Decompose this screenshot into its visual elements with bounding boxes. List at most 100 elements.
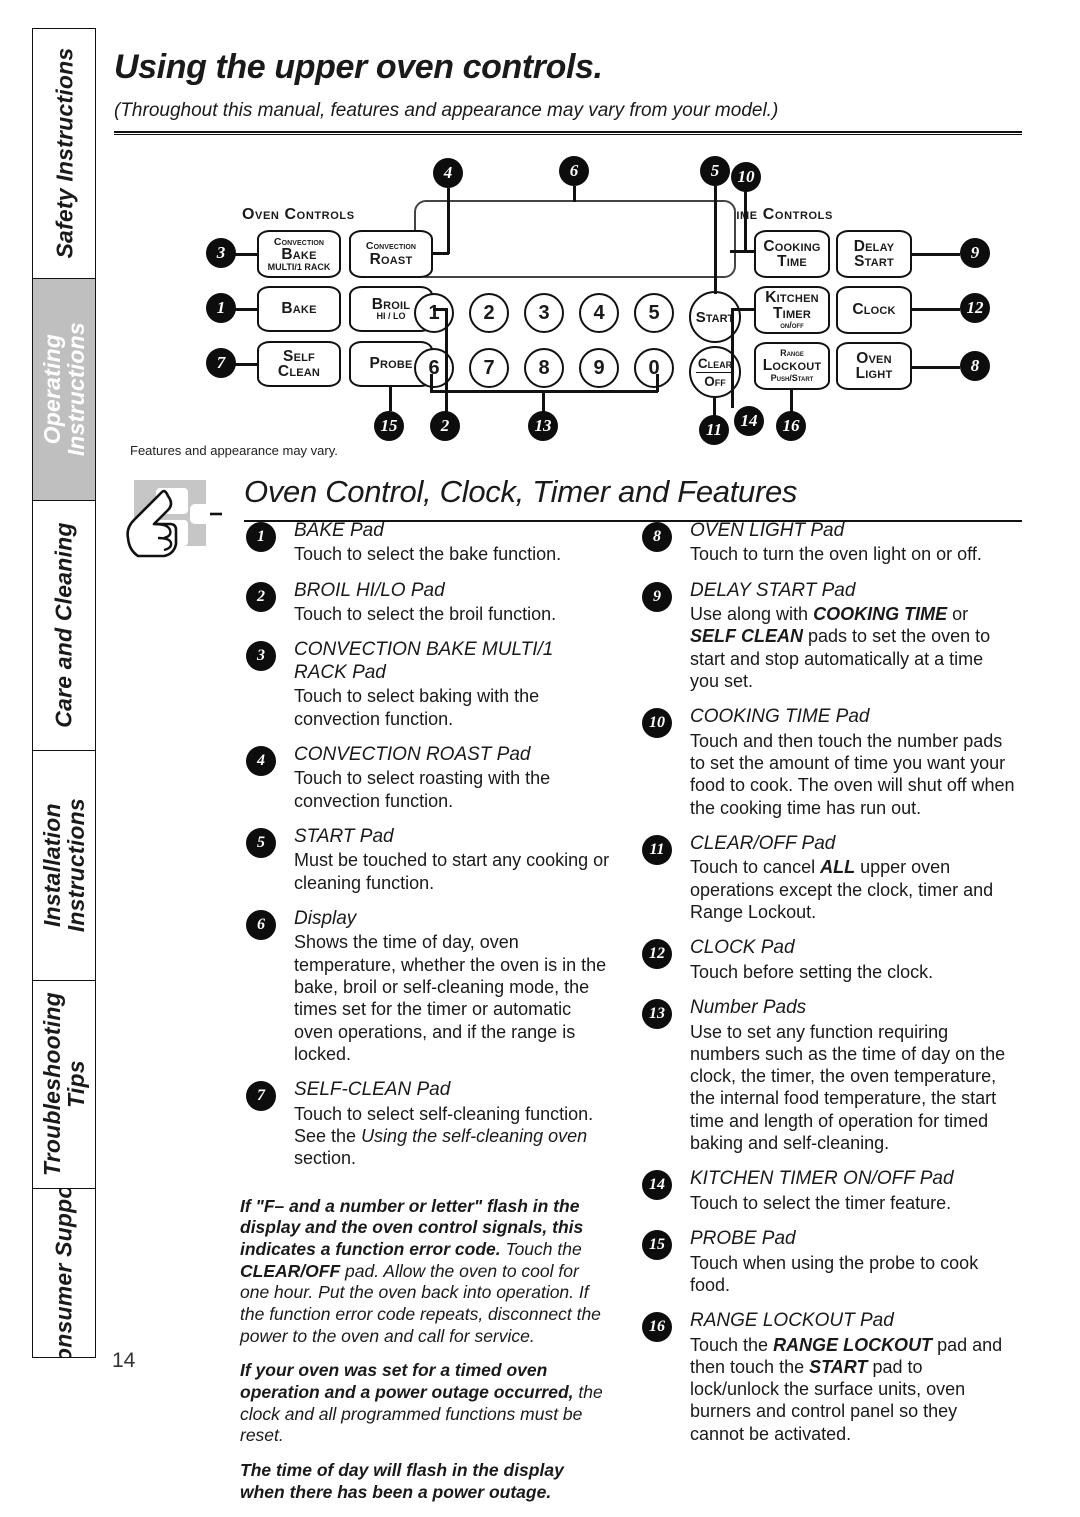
entry-title: CONVECTION BAKE MULTI/1 RACK Pad <box>294 639 554 683</box>
callout-11: 11 <box>699 415 729 445</box>
callout-3: 3 <box>206 238 236 268</box>
callout-6: 6 <box>559 156 589 186</box>
pad-line: Clean <box>277 363 321 380</box>
entry-title: Number Pads <box>690 997 807 1019</box>
time-controls-group-title: Time Controls <box>726 206 833 223</box>
oven-light-pad[interactable]: Oven Light <box>836 342 912 390</box>
sidebar-item-installation-instructions[interactable]: Installation Instructions <box>32 750 96 980</box>
sidebar-item-safety-instructions[interactable]: Safety Instructions <box>32 28 96 278</box>
sidebar-item-label: Installation Instructions <box>38 798 89 933</box>
leader-line <box>656 374 659 392</box>
convection-bake-pad[interactable]: Convection Bake MULTI/1 RACK <box>257 230 341 278</box>
sidebar-item-label: Consumer Support <box>50 1188 77 1358</box>
leader-line <box>430 374 433 392</box>
note-power-outage-reset: If your oven was set for a timed oven op… <box>240 1360 603 1446</box>
entry-body: Touch to cancel ALL upper oven operation… <box>690 857 994 923</box>
entry-title: SELF-CLEAN Pad <box>294 1079 451 1101</box>
number-key-1[interactable]: 1 <box>414 293 454 333</box>
convection-roast-pad[interactable]: Convection Roast <box>349 230 433 278</box>
callout-8: 8 <box>960 351 990 381</box>
list-item: 6 Display Shows the time of day, oven te… <box>240 908 610 1065</box>
entry-number: 12 <box>642 939 672 970</box>
pad-line: Probe <box>369 355 413 373</box>
leader-line <box>714 186 717 294</box>
feature-list-right-column: 8 OVEN LIGHT Pad Touch to turn the oven … <box>636 520 1016 1459</box>
entry-number: 15 <box>642 1230 672 1261</box>
pad-line: HI / LO <box>376 311 406 322</box>
list-item: 15 PROBE Pad Touch when using the probe … <box>636 1228 1016 1296</box>
page-number: 14 <box>112 1349 136 1372</box>
leader-line <box>235 363 257 366</box>
oven-display <box>414 200 736 278</box>
entry-body: Use along with COOKING TIME or SELF CLEA… <box>690 604 991 692</box>
pad-line: Convection <box>365 240 417 252</box>
entry-number: 9 <box>642 581 672 612</box>
leader-line <box>447 188 450 254</box>
entry-title: START Pad <box>294 825 394 847</box>
list-item: 5 START Pad Must be touched to start any… <box>240 826 610 894</box>
sidebar-item-label: Safety Instructions <box>50 48 77 259</box>
sidebar-item-label: Operating Instructions <box>38 322 89 457</box>
entry-number: 7 <box>246 1081 276 1112</box>
entry-number: 6 <box>246 909 276 940</box>
entry-number: 1 <box>246 522 276 552</box>
entry-body: Touch to select baking with the convecti… <box>294 686 540 729</box>
entry-number: 14 <box>642 1170 672 1201</box>
number-key-2[interactable]: 2 <box>469 293 509 333</box>
sidebar-item-care-and-cleaning[interactable]: Care and Cleaning <box>32 500 96 750</box>
entry-body: Touch to select roasting with the convec… <box>294 768 551 811</box>
page-subtitle: (Throughout this manual, features and ap… <box>114 100 779 121</box>
entry-body: Use to set any function requiring number… <box>690 1021 1006 1154</box>
number-key-9[interactable]: 9 <box>579 348 619 388</box>
callout-9: 9 <box>960 238 990 268</box>
list-item: 16 RANGE LOCKOUT Pad Touch the RANGE LOC… <box>636 1310 1016 1445</box>
sidebar-item-operating-instructions[interactable]: Operating Instructions <box>32 278 96 500</box>
kitchen-timer-on-off-pad[interactable]: Kitchen Timer on/off <box>754 286 830 334</box>
number-key-0[interactable]: 0 <box>634 348 674 388</box>
leader-line <box>790 390 793 412</box>
bake-pad[interactable]: Bake <box>257 286 341 332</box>
callout-12: 12 <box>960 293 990 323</box>
entry-title: BROIL HI/LO Pad <box>294 579 445 601</box>
header-divider <box>114 131 1022 135</box>
entry-number: 13 <box>642 999 672 1030</box>
entry-body: Touch when using the probe to cook food. <box>690 1252 979 1295</box>
entry-body: Touch and then touch the number pads to … <box>690 730 1015 818</box>
self-clean-pad[interactable]: Self Clean <box>257 341 341 387</box>
list-item: 2 BROIL HI/LO Pad Touch to select the br… <box>240 580 610 626</box>
entry-number: 16 <box>642 1312 672 1343</box>
entry-body: Touch to turn the oven light on or off. <box>690 544 982 565</box>
leader-line <box>235 308 257 311</box>
sidebar-tab-rail: Safety Instructions Operating Instructio… <box>32 28 96 1358</box>
range-lockout-pad[interactable]: Range Lockout Push/Start <box>754 342 830 390</box>
leader-line <box>389 387 392 411</box>
leader-line <box>744 186 747 252</box>
number-key-5[interactable]: 5 <box>634 293 674 333</box>
sidebar-item-troubleshooting-tips[interactable]: Troubleshooting Tips <box>32 980 96 1188</box>
cooking-time-pad[interactable]: Cooking Time <box>754 230 830 278</box>
clock-pad[interactable]: Clock <box>836 286 912 334</box>
list-item: 3 CONVECTION BAKE MULTI/1 RACK Pad Touch… <box>240 639 610 729</box>
leader-line <box>445 308 448 412</box>
delay-start-pad[interactable]: Delay Start <box>836 230 912 278</box>
sidebar-item-consumer-support[interactable]: Consumer Support <box>32 1188 96 1358</box>
callout-2: 2 <box>430 411 460 441</box>
list-item: 11 CLEAR/OFF Pad Touch to cancel ALL upp… <box>636 833 1016 923</box>
entry-title: RANGE LOCKOUT Pad <box>690 1310 894 1332</box>
leader-line <box>730 250 756 253</box>
number-key-8[interactable]: 8 <box>524 348 564 388</box>
number-key-3[interactable]: 3 <box>524 293 564 333</box>
entry-body: Must be touched to start any cooking or … <box>294 850 610 893</box>
pad-line: on/off <box>780 320 804 330</box>
list-item: 10 COOKING TIME Pad Touch and then touch… <box>636 706 1016 819</box>
number-key-6[interactable]: 6 <box>414 348 454 388</box>
pad-line: Broil <box>371 295 411 313</box>
number-key-4[interactable]: 4 <box>579 293 619 333</box>
list-item: 13 Number Pads Use to set any function r… <box>636 997 1016 1154</box>
entry-number: 8 <box>642 522 672 552</box>
number-key-7[interactable]: 7 <box>469 348 509 388</box>
pad-line: Clear <box>695 355 735 373</box>
page-title: Using the upper oven controls. <box>114 48 603 86</box>
callout-14: 14 <box>734 406 764 436</box>
callout-10: 10 <box>731 162 761 192</box>
